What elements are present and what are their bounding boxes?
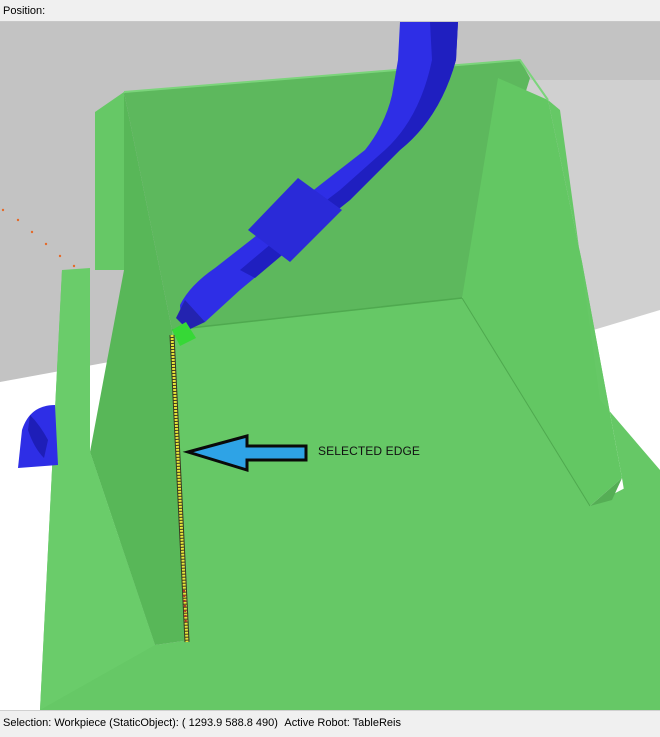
annotation-label: SELECTED EDGE <box>318 444 420 458</box>
workpiece-left-frame <box>95 92 124 270</box>
status-bar: Selection: Workpiece (StaticObject): ( 1… <box>0 710 660 737</box>
status-active-robot: Active Robot: TableReis <box>284 717 401 729</box>
3d-viewport[interactable]: SELECTED EDGE <box>0 22 660 710</box>
scene-graphics <box>0 22 660 710</box>
position-bar: Position: <box>0 0 660 22</box>
position-label: Position: <box>3 5 46 17</box>
status-selection: Selection: Workpiece (StaticObject): ( 1… <box>3 717 278 729</box>
